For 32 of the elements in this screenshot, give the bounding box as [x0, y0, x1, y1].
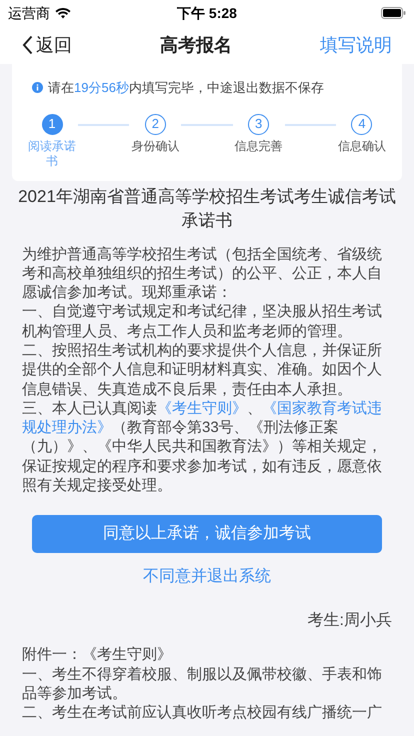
- step-label: 信息确认: [336, 138, 387, 154]
- back-button[interactable]: 返回: [22, 32, 72, 58]
- agree-button[interactable]: 同意以上承诺，诚信参加考试: [32, 515, 382, 554]
- notice-text: 请在19分56秒内填写完毕，中途退出数据不保存: [48, 79, 324, 97]
- step-number: 2: [144, 114, 166, 134]
- pledge-paragraph: 为维护普通高等学校招生考试（包括全国统考、省级统考和高校单独组织的招生考试）的公平、公正，本人自愿诚信参加考试。现郑重承诺：: [22, 244, 383, 302]
- step-label: 信息完善: [234, 138, 284, 154]
- regulation-link[interactable]: 《考生守则》: [157, 400, 247, 417]
- decline-link[interactable]: 不同意并退出系统: [143, 565, 271, 590]
- chevron-left-icon: [22, 35, 33, 55]
- carrier-name: 运营商: [8, 4, 50, 22]
- document-title: 2021年湖南省普通高等学校招生考试考生诚信考试承诺书: [17, 186, 397, 232]
- info-icon: [32, 82, 43, 94]
- clock-time: 下午 5:28: [177, 4, 237, 22]
- pledge-paragraph: 一、自觉遵守考试规定和考试纪律，坚决服从招生考试机构管理人员、考点工作人员和监考老师的管理。: [22, 302, 383, 341]
- step-label: 身份确认: [130, 138, 180, 154]
- pledge-paragraph: 二、按照招生考试机构的要求提供个人信息，并保证所提供的全部个人信息和证明材料真实、准确。如因个人信息错误、失真造成不良后果，责任由本人承担。: [22, 340, 383, 399]
- regulation-link[interactable]: 《国家教育考试违: [262, 400, 382, 417]
- battery-icon: [380, 7, 406, 19]
- page-title: 高考报名: [160, 34, 232, 56]
- annex-paragraph: 一、考生不得穿着校服、制服以及佩带校徽、手表和饰品等参加考试。: [22, 664, 383, 704]
- annex-title: 附件一：《考生守则》: [22, 645, 173, 665]
- regulation-link[interactable]: 规处理办法》: [22, 419, 112, 436]
- step-label: 阅读承诺书: [27, 138, 77, 168]
- step-number: 4: [351, 114, 372, 134]
- wifi-icon: [55, 7, 71, 19]
- signature: 考生:周小兵: [308, 610, 392, 632]
- step-number: 1: [42, 114, 62, 134]
- step-number: 3: [248, 114, 270, 134]
- annex-paragraph: 二、考生在考试前应认真收听考点校园有线广播统一广: [22, 703, 383, 723]
- instructions-link[interactable]: 填写说明: [320, 32, 392, 58]
- pledge-paragraph: 三、本人已认真阅读《考生守则》、《国家教育考试违 规处理办法》（教育部令第33号、《刑法修正案（九）》、《中华人民共和国教育法》）等相关规定，保证按规定的程序和要求参加考试，如有违反，愿意依照有关规定接受处理。: [22, 398, 383, 496]
